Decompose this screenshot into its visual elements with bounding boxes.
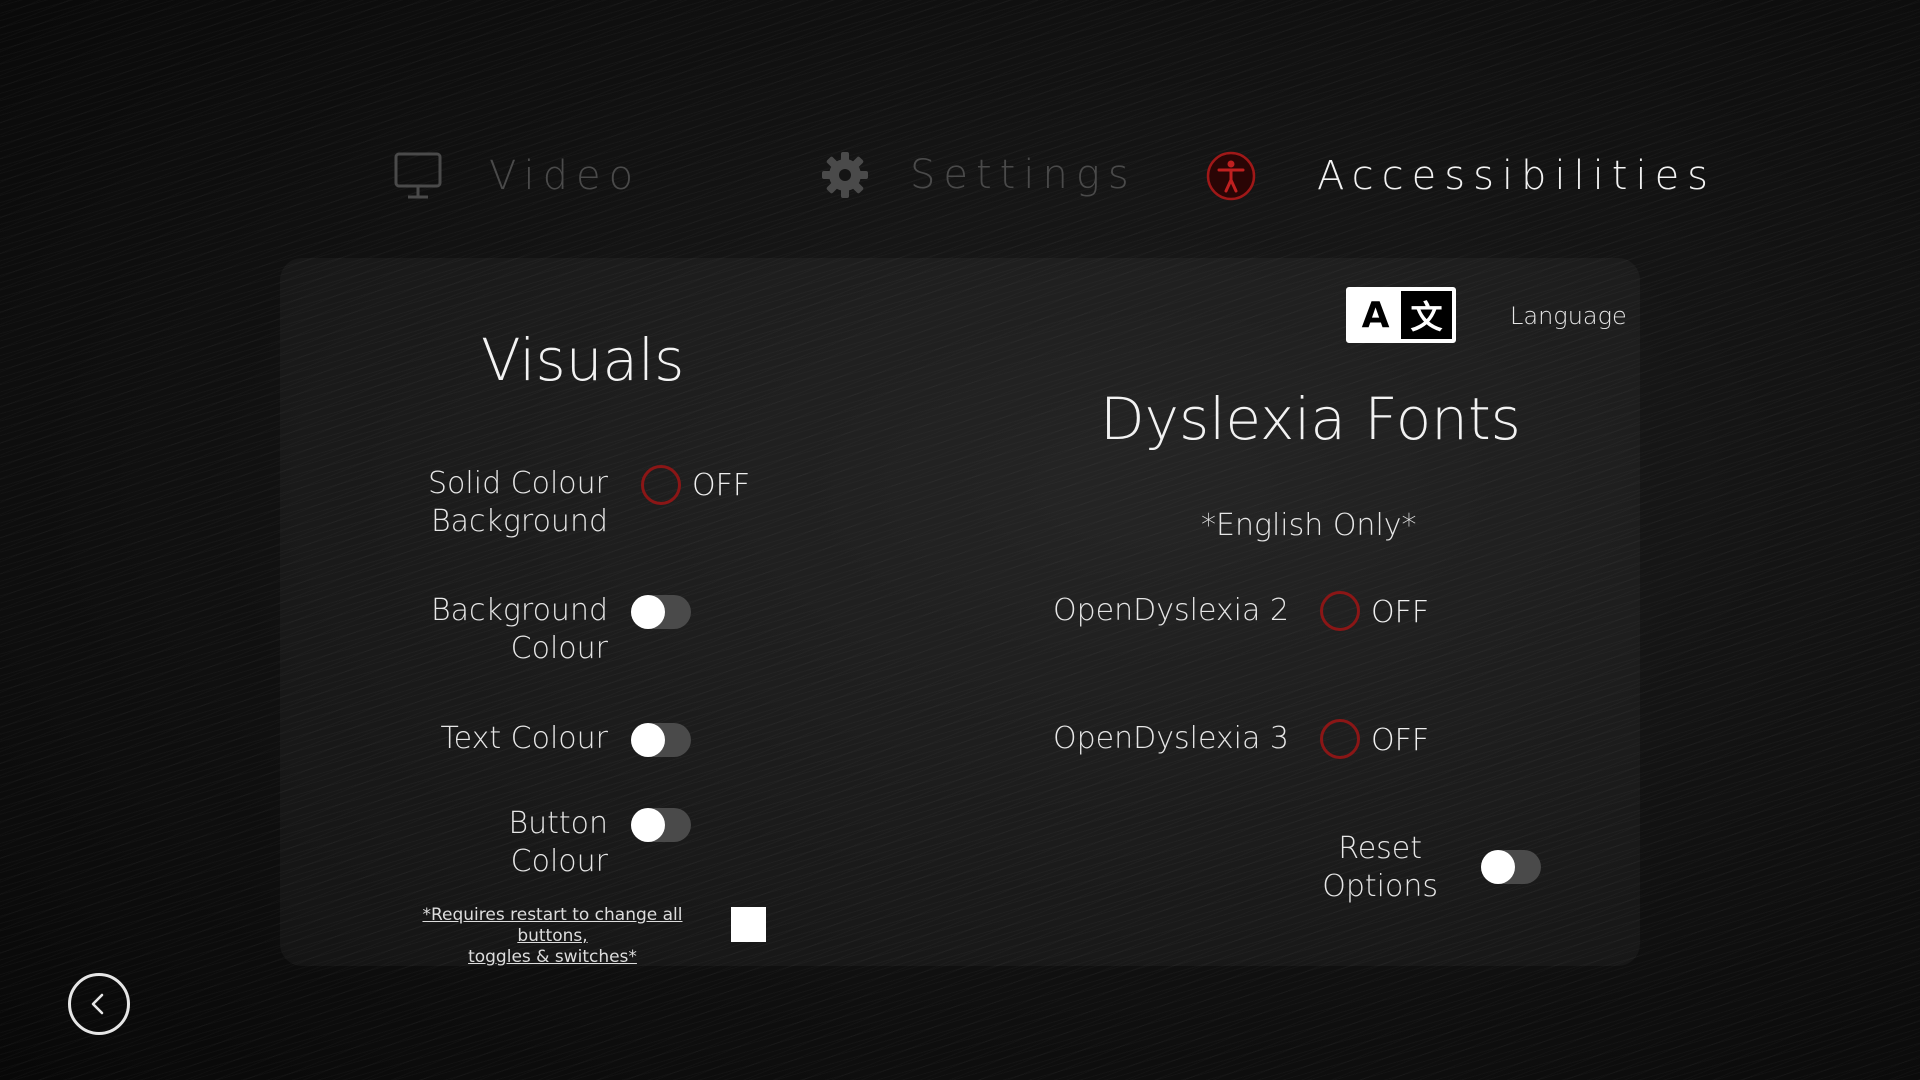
english-only-note: *English Only*: [1201, 508, 1417, 543]
reset-options-label: Reset Options: [1322, 831, 1438, 904]
open-dyslexia-3-radio[interactable]: [1320, 719, 1360, 759]
background-colour-label: Background Colour: [431, 593, 608, 666]
tab-settings-label: Settings: [910, 152, 1137, 198]
solid-colour-background-state: OFF: [692, 468, 751, 503]
button-colour-label: Button Colour: [508, 806, 608, 879]
button-colour-swatch[interactable]: [731, 907, 766, 942]
language-glyph-cjk: 文: [1401, 291, 1452, 339]
language-label[interactable]: Language: [1510, 302, 1627, 330]
restart-note: *Requires restart to change all buttons,…: [422, 905, 683, 967]
toggle-knob: [631, 595, 665, 629]
tab-video-label: Video: [489, 153, 642, 199]
tab-accessibilities[interactable]: Accessibilities: [1205, 150, 1716, 202]
button-colour-toggle[interactable]: [631, 808, 691, 842]
chevron-left-icon: [87, 992, 111, 1016]
tab-accessibilities-label: Accessibilities: [1317, 153, 1717, 199]
back-button[interactable]: [68, 973, 130, 1035]
accessibility-icon: [1205, 150, 1257, 202]
open-dyslexia-2-label: OpenDyslexia 2: [1053, 593, 1289, 628]
monitor-icon: [393, 150, 445, 202]
dyslexia-fonts-title: Dyslexia Fonts: [1100, 385, 1521, 453]
solid-colour-background-label: Solid Colour Background: [428, 466, 608, 539]
open-dyslexia-3-label: OpenDyslexia 3: [1053, 721, 1289, 756]
open-dyslexia-3-state: OFF: [1371, 723, 1430, 758]
tab-settings[interactable]: Settings: [820, 150, 1137, 200]
reset-options-toggle[interactable]: [1481, 850, 1541, 884]
background-colour-toggle[interactable]: [631, 595, 691, 629]
language-icon[interactable]: A 文: [1346, 287, 1456, 343]
toggle-knob: [1481, 850, 1515, 884]
toggle-knob: [631, 723, 665, 757]
solid-colour-background-radio[interactable]: [641, 465, 681, 505]
gear-icon: [820, 150, 870, 200]
open-dyslexia-2-state: OFF: [1371, 595, 1430, 630]
toggle-knob: [631, 808, 665, 842]
visuals-title: Visuals: [481, 326, 685, 394]
language-glyph-latin: A: [1350, 291, 1401, 339]
tab-video[interactable]: Video: [393, 150, 641, 202]
text-colour-toggle[interactable]: [631, 723, 691, 757]
open-dyslexia-2-radio[interactable]: [1320, 591, 1360, 631]
text-colour-label: Text Colour: [440, 721, 608, 756]
